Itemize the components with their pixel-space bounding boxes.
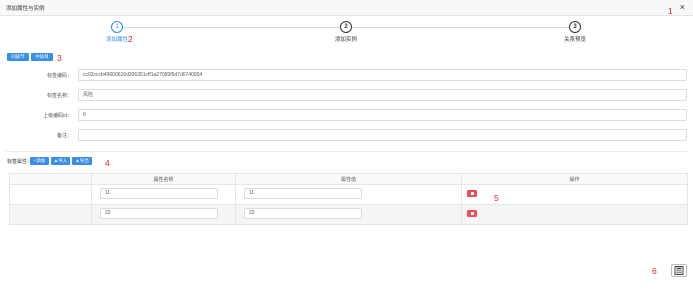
marker-2: 2	[128, 34, 133, 44]
name-input[interactable]: 风险	[78, 89, 687, 101]
attr-name-cell: 11	[91, 184, 236, 205]
col-index-header	[9, 173, 92, 185]
attr-value-cell: 22	[235, 204, 462, 225]
attr-value-cell: 11	[235, 184, 462, 205]
step-3-circle[interactable]: 3	[569, 21, 581, 33]
parent-code-input[interactable]: 0	[78, 109, 687, 121]
marker-3: 3	[57, 53, 62, 63]
attr-name-input[interactable]: 22	[100, 208, 218, 219]
close-icon[interactable]: ×	[680, 2, 685, 12]
step-2-label: 添加实例	[335, 37, 358, 43]
remark-label: 备注：	[56, 133, 72, 139]
step-1-circle[interactable]: 1	[111, 21, 123, 33]
table-row: 22 22	[9, 204, 688, 225]
remark-input[interactable]	[78, 129, 687, 141]
attrs-table: 属性名称 属性值 操作 11 11 22 22	[9, 173, 688, 225]
row-index-cell	[9, 184, 92, 205]
attr-name-cell: 22	[91, 204, 236, 225]
step-1-label: 添加属性	[106, 37, 129, 43]
table-header: 属性名称 属性值 操作	[9, 173, 688, 185]
add-attr-button[interactable]: +添加	[30, 157, 49, 165]
attrs-section-label: 标签属性：	[7, 159, 33, 165]
action-cell	[461, 204, 688, 225]
sibling-node-button[interactable]: 同级节	[7, 53, 29, 61]
calculator-icon-glyph	[674, 266, 684, 275]
attr-name-input[interactable]: 11	[100, 188, 218, 199]
row-index-cell	[9, 204, 92, 225]
attr-value-input[interactable]: 22	[244, 208, 362, 219]
trash-icon[interactable]	[467, 190, 477, 197]
code-label: 标签编码：	[46, 73, 72, 79]
import-button[interactable]: ▲导入	[51, 157, 70, 165]
code-input[interactable]: cc02cccb49660616d326351cff1a27099f5d7d07…	[78, 69, 687, 81]
marker-6: 6	[652, 266, 657, 276]
col-name-header: 属性名称	[91, 173, 236, 185]
attr-value-input[interactable]: 11	[244, 188, 362, 199]
name-label: 标签名称：	[46, 93, 72, 99]
dialog-title: 添加属性与实例	[6, 6, 45, 12]
col-value-header: 属性值	[235, 173, 462, 185]
export-button[interactable]: ▲导出	[72, 157, 92, 165]
marker-1: 1	[668, 6, 673, 16]
trash-icon[interactable]	[467, 210, 477, 217]
marker-4: 4	[105, 158, 110, 168]
section-divider	[6, 151, 687, 152]
marker-5: 5	[494, 193, 499, 203]
dialog-titlebar: 添加属性与实例 ×	[0, 0, 693, 16]
step-3-label: 关系预览	[564, 37, 587, 43]
col-action-header: 操作	[461, 173, 688, 185]
parent-code-label: 上级编码id：	[43, 113, 72, 119]
step-2-circle[interactable]: 2	[340, 21, 352, 33]
child-node-button[interactable]: 中级目	[31, 53, 53, 61]
table-row: 11 11	[9, 184, 688, 205]
calculator-icon[interactable]	[671, 264, 687, 277]
